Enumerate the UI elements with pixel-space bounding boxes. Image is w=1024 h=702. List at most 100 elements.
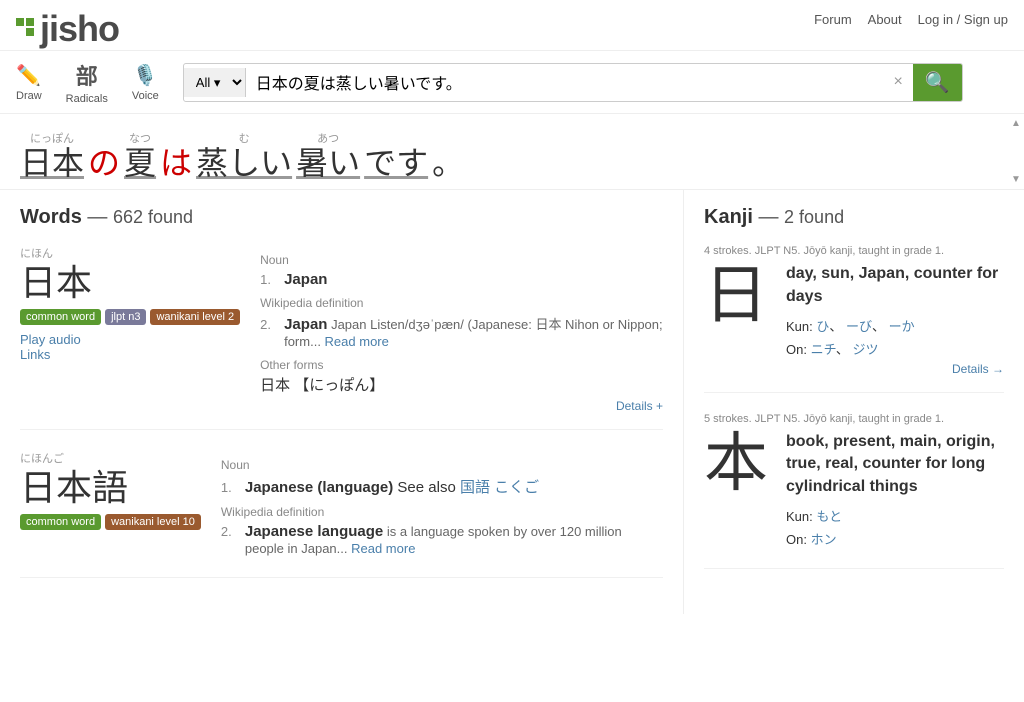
search-clear-button[interactable]: × (884, 67, 913, 97)
token-kanji: の (88, 146, 120, 181)
token-furigana: にっぽん (30, 130, 74, 146)
kanji-on-reading: On: ホン (786, 529, 1004, 548)
kanji-meta: 4 strokes. JLPT N5. Jōyō kanji, taught i… (704, 245, 1004, 257)
kanji-row: 日day, sun, Japan, counter for daysKun: ひ… (704, 263, 1004, 376)
draw-label: Draw (16, 90, 42, 102)
kanji-details-link[interactable]: Details → (786, 362, 1004, 376)
word-kanji-large[interactable]: 日本語 (20, 468, 201, 508)
sentence-token[interactable]: む蒸しい (196, 130, 292, 181)
word-entry: にほんご日本語common wordwanikani level 10Noun1… (20, 450, 663, 578)
main-content: Words — 662 found にほん日本common wordjlpt n… (0, 190, 1024, 614)
words-column: Words — 662 found にほん日本common wordjlpt n… (0, 190, 684, 614)
word-tag-common[interactable]: common word (20, 514, 101, 530)
sentence-token[interactable]: あつ暑い (296, 130, 360, 181)
sentence-token[interactable]: です (364, 130, 428, 181)
word-tags: common wordwanikani level 10 (20, 514, 201, 530)
word-kanji-large[interactable]: 日本 (20, 263, 240, 303)
def-text: Japan Japan Listen/dʒəˈpæn/ (Japanese: 日… (284, 314, 663, 350)
sentence-display: にっぽん日本のなつ夏はむ蒸しいあつ暑いです。 (20, 130, 1004, 181)
scroll-down-arrow[interactable]: ▼ (1011, 174, 1021, 185)
play-audio-link[interactable]: Play audio (20, 332, 81, 347)
sentence-token[interactable]: は (160, 130, 192, 181)
words-section-header: Words — 662 found (20, 206, 663, 229)
draw-icon: ✏️ (16, 63, 41, 88)
kanji-column: Kanji — 2 found 4 strokes. JLPT N5. Jōyō… (684, 190, 1024, 614)
word-furigana: にほん (20, 245, 240, 261)
sentence-token[interactable]: の (88, 130, 120, 181)
search-input[interactable] (246, 67, 884, 97)
read-more-link[interactable]: Read more (325, 334, 389, 349)
token-kanji: 。 (432, 146, 464, 181)
words-found: 662 found (113, 207, 193, 227)
kanji-dash: — (758, 206, 784, 228)
other-forms-value: 日本 【にっぽん】 (260, 374, 663, 395)
kanji-character[interactable]: 本 (704, 431, 774, 495)
kanji-character[interactable]: 日 (704, 263, 774, 327)
word-entry-right: Noun1.JapanWikipedia definition2.Japan J… (260, 245, 663, 413)
other-forms-label: Other forms (260, 358, 663, 372)
word-pos: Noun (221, 458, 663, 472)
nav-forum[interactable]: Forum (814, 12, 852, 27)
word-pos: Wikipedia definition (260, 296, 663, 310)
kun-reading-link[interactable]: ひ (816, 319, 829, 334)
def-text: Japanese language is a language spoken b… (245, 523, 663, 557)
toolbar: ✏️ Draw 部 Radicals 🎙️ Voice All ▾ × 🔍 (0, 51, 1024, 114)
kanji-found: 2 found (784, 207, 844, 227)
word-entry: にほん日本 common wordjlpt n3wanikani level 2 P… (20, 245, 663, 430)
words-dash: — (87, 206, 113, 228)
word-tag-wanikani[interactable]: wanikani level 10 (105, 514, 201, 530)
token-furigana: む (239, 130, 250, 146)
kanji-meanings: book, present, main, origin, true, real,… (786, 431, 1004, 498)
word-entry-row: にほん日本 common wordjlpt n3wanikani level 2 P… (20, 245, 663, 413)
kanji-title: Kanji (704, 206, 753, 228)
search-button[interactable]: 🔍 (913, 64, 962, 101)
voice-button[interactable]: 🎙️ Voice (132, 63, 159, 102)
sentence-token[interactable]: にっぽん日本 (20, 130, 84, 181)
def-number: 1. (221, 480, 237, 495)
see-also-link[interactable]: 国語 こくご (460, 479, 539, 496)
voice-icon: 🎙️ (133, 63, 158, 88)
scroll-up-arrow[interactable]: ▲ (1011, 118, 1021, 129)
word-pos: Noun (260, 253, 663, 267)
scroll-indicator: ▲ ▼ (1008, 114, 1024, 189)
def-text: Japanese (language) See also 国語 こくご (245, 476, 539, 497)
token-kanji: は (160, 146, 192, 181)
kun-reading-link[interactable]: もと (816, 509, 842, 524)
kanji-list: 4 strokes. JLPT N5. Jōyō kanji, taught i… (704, 245, 1004, 569)
logo-squares (16, 18, 34, 36)
kanji-info: book, present, main, origin, true, real,… (786, 431, 1004, 552)
words-list: にほん日本common wordjlpt n3wanikani level 2P… (20, 245, 663, 578)
links-link[interactable]: Links (20, 347, 240, 362)
kanji-kun-reading: Kun: もと (786, 506, 1004, 525)
def-number: 1. (260, 272, 276, 287)
def-number: 2. (221, 524, 237, 539)
sentence-area: にっぽん日本のなつ夏はむ蒸しいあつ暑いです。 ▲ ▼ (0, 114, 1024, 190)
word-tag-common[interactable]: common word (20, 309, 101, 325)
word-details-link[interactable]: Details + (616, 399, 663, 413)
kanji-kun-reading: Kun: ひ、 ーび、 ーか (786, 316, 1004, 335)
word-tag-jlpt[interactable]: jlpt n3 (105, 309, 146, 325)
voice-label: Voice (132, 90, 159, 102)
definition-item: 1.Japan (260, 271, 663, 288)
sentence-token[interactable]: 。 (432, 130, 464, 181)
kanji-on-reading: On: ニチ、 ジツ (786, 339, 1004, 358)
word-tags: common wordjlpt n3wanikani level 2 (20, 309, 240, 325)
on-reading-link[interactable]: ジツ (852, 342, 878, 357)
word-entry-row: にほんご日本語common wordwanikani level 10Noun1… (20, 450, 663, 561)
kun-reading-link[interactable]: ーび (846, 319, 872, 334)
nav-about[interactable]: About (868, 12, 902, 27)
token-kanji: 蒸しい (196, 146, 292, 181)
on-reading-link[interactable]: ニチ (811, 342, 836, 357)
sentence-token[interactable]: なつ夏 (124, 130, 156, 181)
on-reading-link[interactable]: ホン (811, 532, 837, 547)
word-tag-wanikani[interactable]: wanikani level 2 (150, 309, 240, 325)
radicals-button[interactable]: 部 Radicals (66, 59, 108, 105)
logo[interactable]: jisho (40, 8, 119, 50)
draw-button[interactable]: ✏️ Draw (16, 63, 42, 102)
search-type-select[interactable]: All ▾ (184, 68, 246, 97)
header: jisho Forum About Log in / Sign up (0, 0, 1024, 51)
nav-login[interactable]: Log in / Sign up (918, 12, 1008, 27)
read-more-link[interactable]: Read more (351, 541, 415, 556)
kun-reading-link[interactable]: ーか (889, 319, 915, 334)
token-kanji: 暑い (296, 146, 360, 181)
